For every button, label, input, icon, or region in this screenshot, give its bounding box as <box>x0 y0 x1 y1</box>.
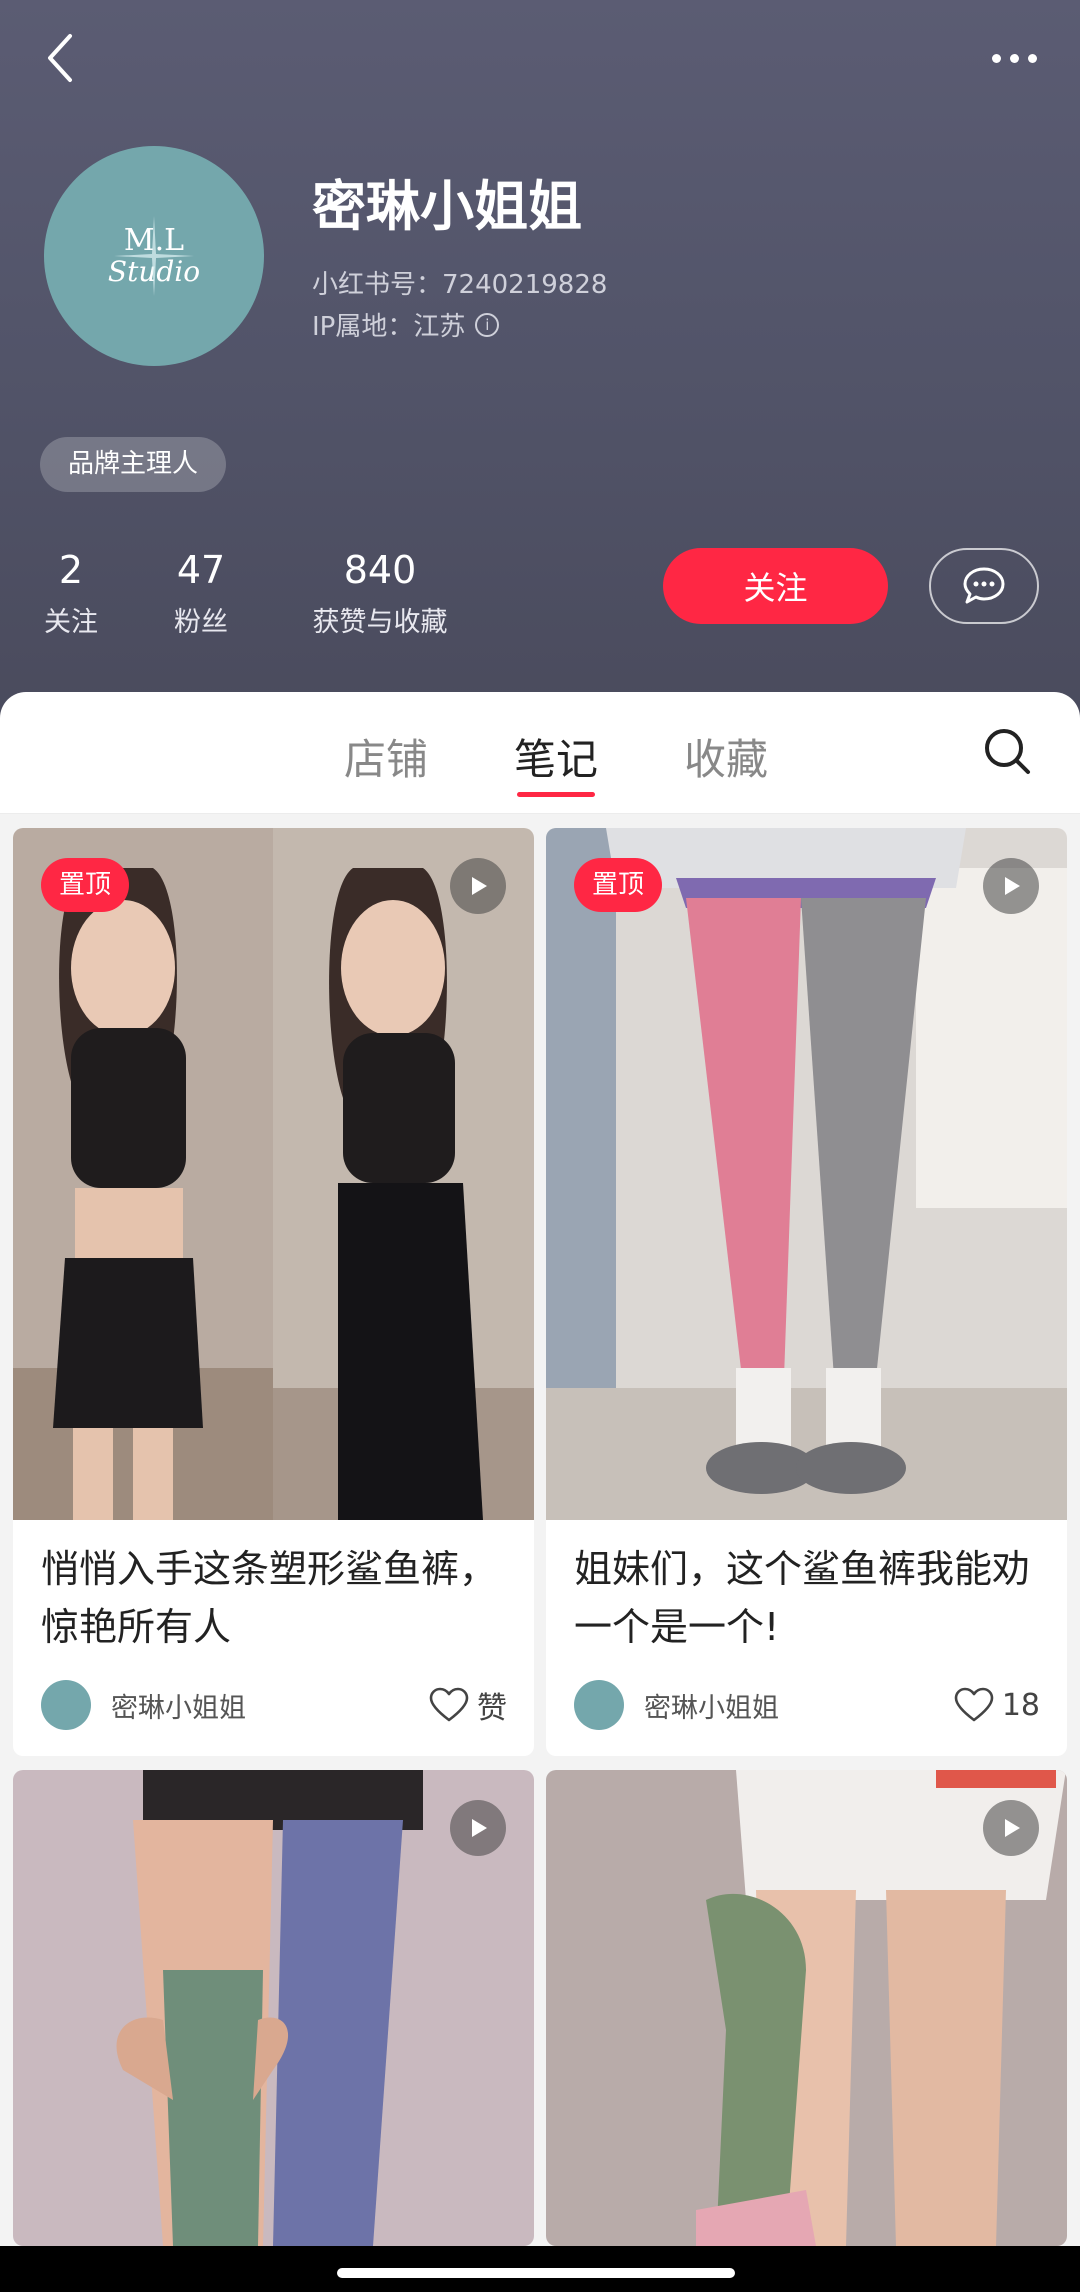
avatar[interactable]: M.L Studio <box>44 146 264 366</box>
pinned-badge: 置顶 <box>41 858 130 912</box>
stat-following[interactable]: 2 关注 <box>40 548 102 639</box>
play-icon <box>472 877 487 895</box>
sparkle-icon <box>114 216 194 296</box>
stat-value: 2 <box>58 548 84 592</box>
active-tab-indicator <box>517 792 595 797</box>
author-name[interactable]: 密琳小姐姐 <box>111 1686 429 1725</box>
note-card[interactable]: 置顶 悄悄入手这条塑形鲨鱼裤，惊艳所有人 密琳小姐姐 赞 <box>13 828 534 1756</box>
brand-badge[interactable]: 品牌主理人 <box>40 437 227 492</box>
red-id: 小红书号：7240219828 <box>312 270 608 300</box>
profile-header: M.L Studio 密琳小姐姐 小红书号：7240219828 IP属地：江苏… <box>0 0 1080 720</box>
video-indicator <box>983 858 1039 914</box>
heart-icon <box>954 1687 994 1722</box>
note-author-row: 密琳小姐姐 赞 <box>41 1680 507 1730</box>
ip-location-row: IP属地：江苏 i <box>312 306 500 343</box>
note-cover-image[interactable] <box>13 828 534 1520</box>
note-title[interactable]: 姐妹们，这个鲨鱼裤我能劝一个是一个! <box>574 1540 1044 1656</box>
tab-bar: 店铺 笔记 收藏 <box>0 692 1080 814</box>
video-indicator <box>450 858 506 914</box>
tab-shop[interactable]: 店铺 <box>344 726 428 787</box>
profile-name: 密琳小姐姐 <box>312 175 582 238</box>
note-card[interactable] <box>546 1770 1067 2246</box>
back-icon <box>48 34 72 82</box>
like-count: 赞 <box>477 1691 507 1726</box>
play-icon <box>472 1819 487 1837</box>
author-avatar[interactable] <box>574 1680 624 1730</box>
follow-button[interactable]: 关注 <box>663 548 888 624</box>
video-indicator <box>983 1800 1039 1856</box>
like-button[interactable]: 赞 <box>429 1683 507 1727</box>
stat-label: 关注 <box>44 607 98 638</box>
stat-value: 840 <box>343 548 417 592</box>
note-card[interactable] <box>13 1770 534 2246</box>
more-button[interactable] <box>980 28 1050 88</box>
play-icon <box>1005 1819 1020 1837</box>
search-button[interactable] <box>980 724 1036 780</box>
home-indicator[interactable] <box>337 2268 735 2278</box>
stat-likes-collects[interactable]: 840 获赞与收藏 <box>300 548 460 639</box>
author-name[interactable]: 密琳小姐姐 <box>644 1686 954 1725</box>
pinned-badge: 置顶 <box>574 858 663 912</box>
note-author-row: 密琳小姐姐 18 <box>574 1680 1040 1730</box>
ip-location: IP属地：江苏 <box>312 312 466 342</box>
message-button[interactable] <box>929 548 1039 624</box>
stat-label: 粉丝 <box>174 607 228 638</box>
heart-icon <box>429 1687 469 1722</box>
play-icon <box>1005 877 1020 895</box>
info-icon[interactable]: i <box>475 312 500 337</box>
note-card[interactable]: 置顶 姐妹们，这个鲨鱼裤我能劝一个是一个! 密琳小姐姐 18 <box>546 828 1067 1756</box>
back-button[interactable] <box>34 28 94 88</box>
like-count: 18 <box>1001 1687 1040 1723</box>
tab-notes[interactable]: 笔记 <box>514 726 598 787</box>
note-title[interactable]: 悄悄入手这条塑形鲨鱼裤，惊艳所有人 <box>41 1540 511 1656</box>
message-icon <box>963 567 1005 604</box>
search-icon <box>985 729 1030 774</box>
note-cover-image[interactable] <box>546 828 1067 1520</box>
stat-label: 获赞与收藏 <box>312 607 448 638</box>
like-button[interactable]: 18 <box>954 1687 1040 1723</box>
stat-followers[interactable]: 47 粉丝 <box>170 548 232 639</box>
stat-value: 47 <box>176 548 226 592</box>
system-navigation-area <box>0 2246 1080 2292</box>
video-indicator <box>450 1800 506 1856</box>
author-avatar[interactable] <box>41 1680 91 1730</box>
tab-collections[interactable]: 收藏 <box>684 726 768 787</box>
